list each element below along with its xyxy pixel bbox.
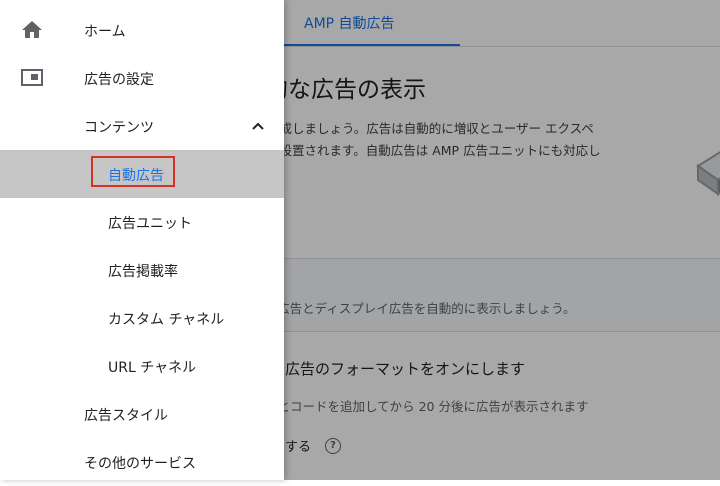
chevron-up-icon[interactable] xyxy=(250,118,266,134)
nav-item-ad-coverage[interactable]: 広告掲載率 xyxy=(0,246,284,294)
nav-item-label: 広告ユニット xyxy=(108,216,192,232)
nav-item-label: 広告の設定 xyxy=(84,72,154,88)
nav-item-other-services[interactable]: その他のサービス xyxy=(0,438,284,486)
nav-item-label: 広告スタイル xyxy=(84,408,168,424)
nav-item-custom-channels[interactable]: カスタム チャネル xyxy=(0,294,284,342)
nav-item-ad-units[interactable]: 広告ユニット xyxy=(0,198,284,246)
nav-item-label: ホーム xyxy=(84,24,126,40)
navigation-drawer: ホーム 広告の設定 コンテンツ 自動広告 広告ユニット 広告掲載率 カスタム チ… xyxy=(0,0,284,480)
nav-item-label: コンテンツ xyxy=(84,120,154,136)
highlight-box xyxy=(91,156,175,187)
home-icon xyxy=(22,21,42,38)
nav-item-label: URL チャネル xyxy=(108,360,197,376)
nav-item-content[interactable]: コンテンツ xyxy=(0,102,284,150)
nav-item-home[interactable]: ホーム xyxy=(0,6,284,54)
nav-item-label: カスタム チャネル xyxy=(108,312,225,328)
nav-item-ad-settings[interactable]: 広告の設定 xyxy=(0,54,284,102)
ad-settings-icon xyxy=(21,69,43,86)
nav-item-label: その他のサービス xyxy=(84,456,196,472)
nav-item-label: 広告掲載率 xyxy=(108,264,178,280)
nav-item-ad-styles[interactable]: 広告スタイル xyxy=(0,390,284,438)
nav-item-url-channels[interactable]: URL チャネル xyxy=(0,342,284,390)
